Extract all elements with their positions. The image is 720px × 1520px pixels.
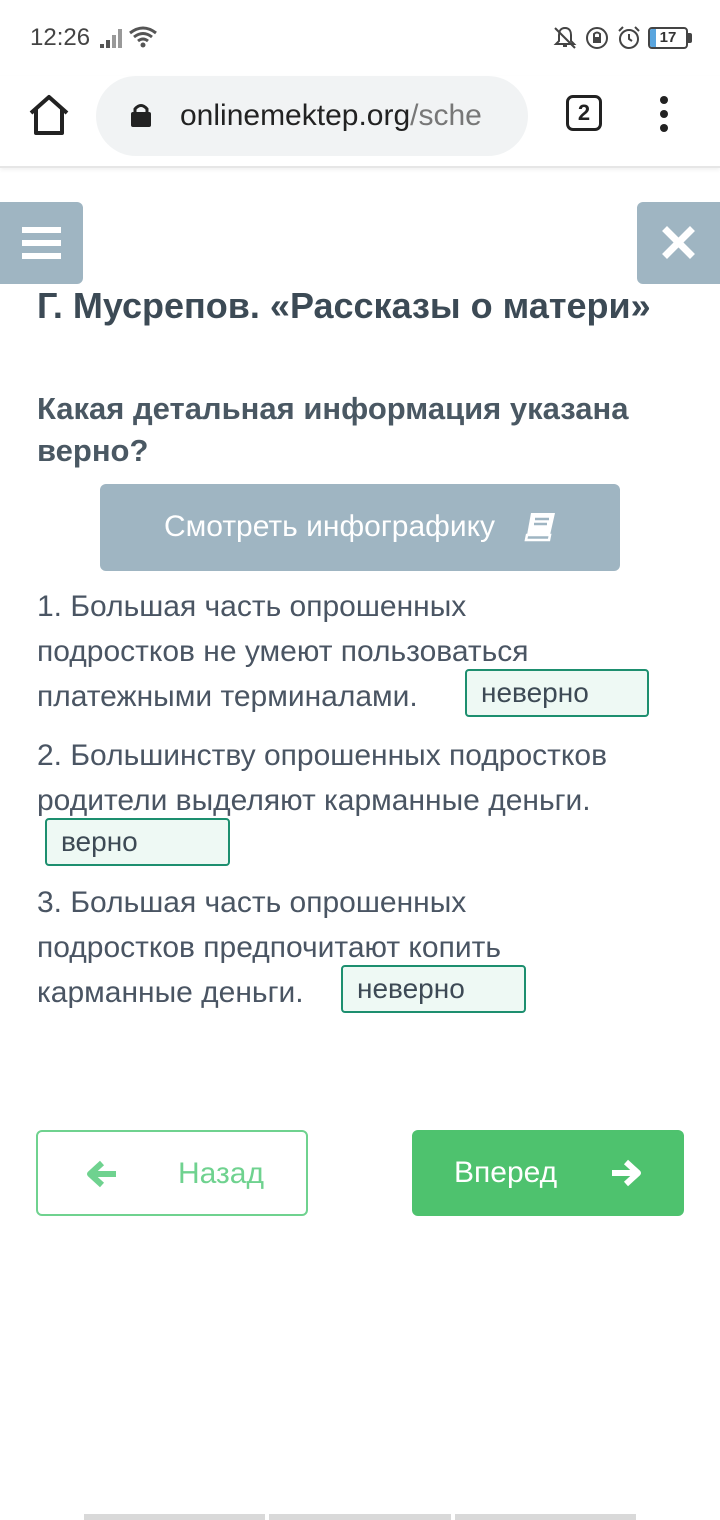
lock-icon bbox=[131, 104, 151, 127]
tab-switcher-button[interactable]: 2 bbox=[566, 95, 602, 131]
browser-toolbar: onlinemektep.org/sche 2 bbox=[0, 76, 720, 168]
page-title: Г. Мусрепов. «Рассказы о матери» bbox=[37, 285, 651, 326]
home-icon[interactable] bbox=[26, 92, 72, 138]
system-icons: 17 bbox=[552, 24, 692, 52]
arrow-right-icon bbox=[612, 1159, 641, 1187]
next-button[interactable]: Вперед bbox=[412, 1130, 684, 1216]
arrow-left-icon bbox=[87, 1160, 116, 1188]
back-button-label: Назад bbox=[178, 1157, 264, 1190]
address-bar[interactable]: onlinemektep.org/sche bbox=[96, 76, 528, 156]
answer-select-1[interactable]: неверно bbox=[465, 669, 649, 717]
back-button[interactable]: Назад bbox=[36, 1130, 308, 1216]
bottom-scroll-strip bbox=[84, 1514, 636, 1520]
menu-button[interactable] bbox=[0, 202, 83, 284]
battery-icon: 17 bbox=[648, 27, 692, 49]
more-menu-icon[interactable] bbox=[654, 94, 674, 134]
url-host: onlinemektep.org bbox=[180, 99, 411, 132]
status-time: 12:26 bbox=[30, 24, 91, 51]
wifi-icon bbox=[129, 26, 157, 48]
url-path: /sche bbox=[410, 99, 482, 132]
statement-item-2: 2. Большинству опрошенных подростков род… bbox=[37, 733, 687, 823]
next-button-label: Вперед bbox=[454, 1156, 558, 1189]
question-text: Какая детальная информация указана верно… bbox=[37, 391, 629, 468]
hamburger-icon bbox=[22, 227, 61, 259]
close-button[interactable] bbox=[637, 202, 720, 284]
alarm-icon bbox=[618, 26, 640, 49]
url-text: onlinemektep.org/sche bbox=[180, 98, 510, 134]
statement-text-2: 2. Большинству опрошенных подростков род… bbox=[37, 739, 607, 817]
answer-select-3[interactable]: неверно bbox=[341, 965, 526, 1013]
book-icon bbox=[524, 513, 555, 542]
battery-level: 17 bbox=[659, 29, 677, 46]
view-infographic-label: Смотреть инфографику bbox=[164, 510, 496, 543]
signal-icon bbox=[100, 29, 122, 48]
notifications-off-icon bbox=[553, 26, 577, 49]
answer-select-2[interactable]: верно bbox=[45, 818, 230, 866]
data-saver-icon bbox=[586, 27, 608, 49]
close-icon bbox=[662, 226, 695, 259]
view-infographic-button[interactable]: Смотреть инфографику bbox=[100, 484, 620, 571]
status-bar: 12:26 17 bbox=[0, 0, 720, 76]
